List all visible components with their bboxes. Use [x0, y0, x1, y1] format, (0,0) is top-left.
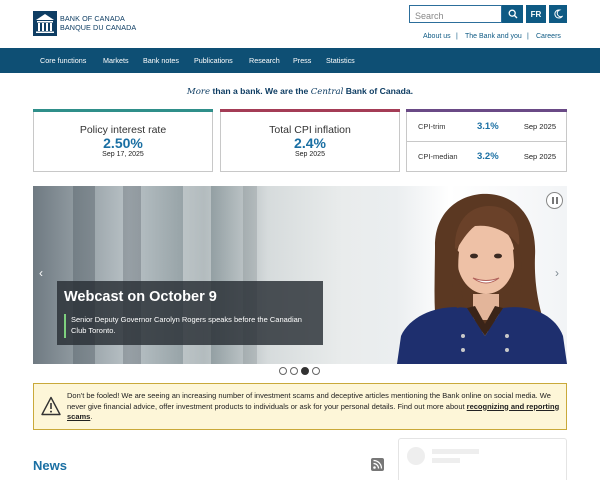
- moon-icon: [554, 9, 563, 19]
- nav-markets[interactable]: Markets: [103, 48, 129, 73]
- carousel-indicators: [279, 367, 320, 375]
- utility-separator: |: [527, 33, 529, 40]
- loading-text-placeholder: [432, 449, 479, 454]
- carousel-description: Senior Deputy Governor Carolyn Rogers sp…: [71, 315, 302, 335]
- utility-links: About us | The Bank and you | Careers: [0, 33, 600, 43]
- cpi-date: Sep 2025: [295, 151, 325, 158]
- pause-icon: [551, 197, 554, 204]
- dark-mode-button[interactable]: [549, 5, 567, 23]
- nav-publications[interactable]: Publications: [194, 48, 233, 73]
- nav-bank-notes[interactable]: Bank notes: [143, 48, 179, 73]
- alert-end: .: [90, 412, 93, 421]
- carousel-caption[interactable]: Webcast on October 9 Senior Deputy Gover…: [57, 281, 323, 345]
- carousel-dot-4[interactable]: [312, 367, 320, 375]
- cpi-inflation-card[interactable]: Total CPI inflation 2.4% Sep 2025: [220, 109, 400, 172]
- search-icon: [508, 9, 517, 19]
- tagline-more: More: [186, 87, 211, 97]
- carousel-dot-1[interactable]: [279, 367, 287, 375]
- speaker-photo: [397, 193, 567, 364]
- bank-and-you-link[interactable]: The Bank and you: [465, 33, 522, 40]
- site-header: BANK OF CANADA BANQUE DU CANADA FR About…: [0, 0, 600, 48]
- logo-text: BANK OF CANADA BANQUE DU CANADA: [60, 14, 137, 32]
- cpi-trim-value: 3.1%: [477, 121, 499, 132]
- logo-line-fr: BANQUE DU CANADA: [60, 22, 137, 32]
- carousel-prev-button[interactable]: ‹: [39, 266, 43, 280]
- loading-avatar-placeholder: [407, 447, 425, 465]
- search-field[interactable]: [409, 5, 502, 24]
- careers-link[interactable]: Careers: [536, 33, 561, 40]
- carousel-dot-3[interactable]: [301, 367, 309, 375]
- cpi-trim-date: Sep 2025: [523, 122, 556, 131]
- cpi-trim-label: CPI-trim: [418, 122, 446, 131]
- cpi-median-row[interactable]: CPI-median 3.2% Sep 2025: [407, 141, 566, 172]
- carousel-next-button[interactable]: ›: [555, 266, 559, 280]
- cpi-median-value: 3.2%: [477, 151, 499, 162]
- scam-alert-banner: Don't be fooled! We are seeing an increa…: [33, 383, 567, 430]
- main-navigation: Core functions Markets Bank notes Public…: [0, 48, 600, 73]
- alert-message: Don't be fooled! We are seeing an increa…: [67, 391, 563, 423]
- rss-feed-button[interactable]: [371, 458, 384, 471]
- policy-rate-value: 2.50%: [103, 135, 143, 151]
- loading-text-placeholder: [432, 458, 460, 463]
- tagline-middle: than a bank. We are the: [210, 86, 311, 96]
- search-input[interactable]: [410, 8, 501, 24]
- carousel-dot-2[interactable]: [290, 367, 298, 375]
- utility-separator: |: [456, 33, 458, 40]
- cpi-median-date: Sep 2025: [523, 152, 556, 161]
- search-button[interactable]: [502, 5, 523, 23]
- nav-press[interactable]: Press: [293, 48, 311, 73]
- nav-research[interactable]: Research: [249, 48, 280, 73]
- pause-icon: [555, 197, 558, 204]
- language-toggle-button[interactable]: FR: [526, 5, 546, 23]
- social-feed-card: [398, 438, 567, 480]
- caption-accent-bar: [64, 314, 66, 338]
- rss-icon: [373, 459, 383, 469]
- cpi-card-accent: [220, 109, 400, 112]
- policy-card-accent: [33, 109, 213, 112]
- nav-statistics[interactable]: Statistics: [326, 48, 355, 73]
- policy-rate-date: Sep 17, 2025: [102, 151, 144, 158]
- cpi-value: 2.4%: [294, 135, 326, 151]
- news-heading: News: [33, 458, 67, 473]
- hero-carousel: ‹ › Webcast on October 9 Senior Deputy G…: [33, 186, 567, 364]
- tagline-end: Bank of Canada.: [343, 86, 414, 96]
- cpi-trim-row[interactable]: CPI-trim 3.1% Sep 2025: [407, 111, 566, 142]
- warning-icon: [41, 396, 61, 416]
- core-inflation-card: CPI-trim 3.1% Sep 2025 CPI-median 3.2% S…: [406, 109, 567, 172]
- carousel-pause-button[interactable]: [546, 192, 563, 209]
- carousel-title: Webcast on October 9: [64, 289, 217, 305]
- nav-core-functions[interactable]: Core functions: [40, 48, 86, 73]
- policy-rate-card[interactable]: Policy interest rate 2.50% Sep 17, 2025: [33, 109, 213, 172]
- tagline: More than a bank. We are the Central Ban…: [0, 86, 600, 97]
- cpi-median-label: CPI-median: [418, 152, 458, 161]
- tagline-central: Central: [310, 87, 344, 97]
- about-us-link[interactable]: About us: [423, 33, 451, 40]
